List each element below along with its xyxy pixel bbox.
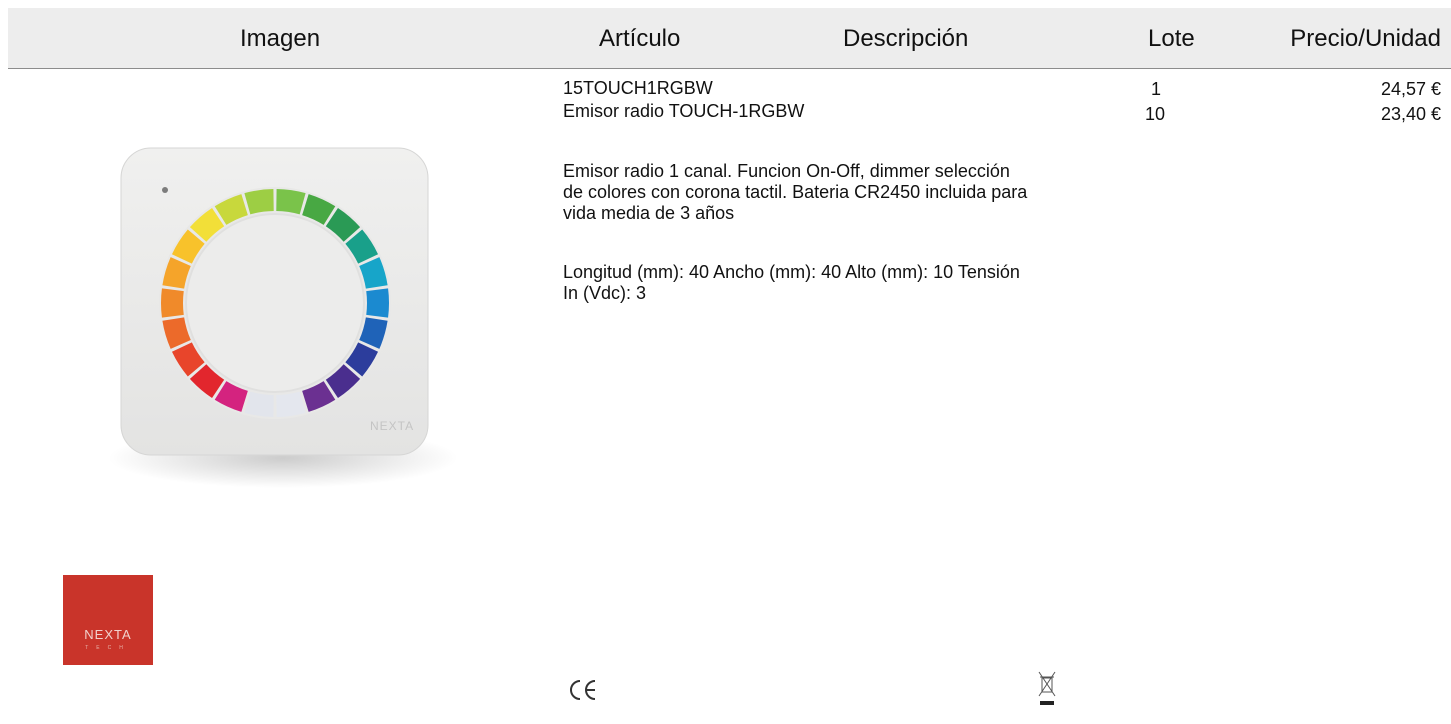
- product-name: Emisor radio TOUCH-1RGBW: [563, 101, 805, 121]
- product-description: Emisor radio 1 canal. Funcion On-Off, di…: [563, 161, 1028, 223]
- color-ring-segment: [160, 288, 184, 318]
- brand-logo-word: NEXTA: [84, 627, 132, 642]
- brand-logo: NEXTA TECH: [63, 575, 153, 665]
- weee-bin-icon: [1038, 671, 1056, 705]
- lot-value: 10: [1145, 104, 1166, 124]
- unit-price: 24,57 €: [1380, 79, 1441, 99]
- unit-price: 23,40 €: [1380, 104, 1441, 124]
- lot-value: 1: [1151, 79, 1162, 99]
- brand-logo-sub: TECH: [85, 645, 131, 651]
- col-header-price: Precio/Unidad: [1290, 25, 1441, 52]
- table-header: Imagen Artículo Descripción Lote Precio/…: [8, 8, 1451, 69]
- col-header-article: Artículo: [599, 25, 681, 52]
- product-image: NEXTA: [108, 147, 458, 488]
- col-header-image: Imagen: [240, 25, 321, 52]
- ce-mark-icon: [570, 680, 596, 700]
- product-dimensions: Longitud (mm): 40 Ancho (mm): 40 Alto (m…: [563, 262, 1020, 303]
- device-brand-text: NEXTA: [370, 419, 414, 433]
- product-code: 15TOUCH1RGBW: [563, 78, 713, 98]
- color-ring-segment: [366, 288, 390, 318]
- col-header-lot: Lote: [1148, 25, 1195, 52]
- col-header-description: Descripción: [843, 25, 969, 52]
